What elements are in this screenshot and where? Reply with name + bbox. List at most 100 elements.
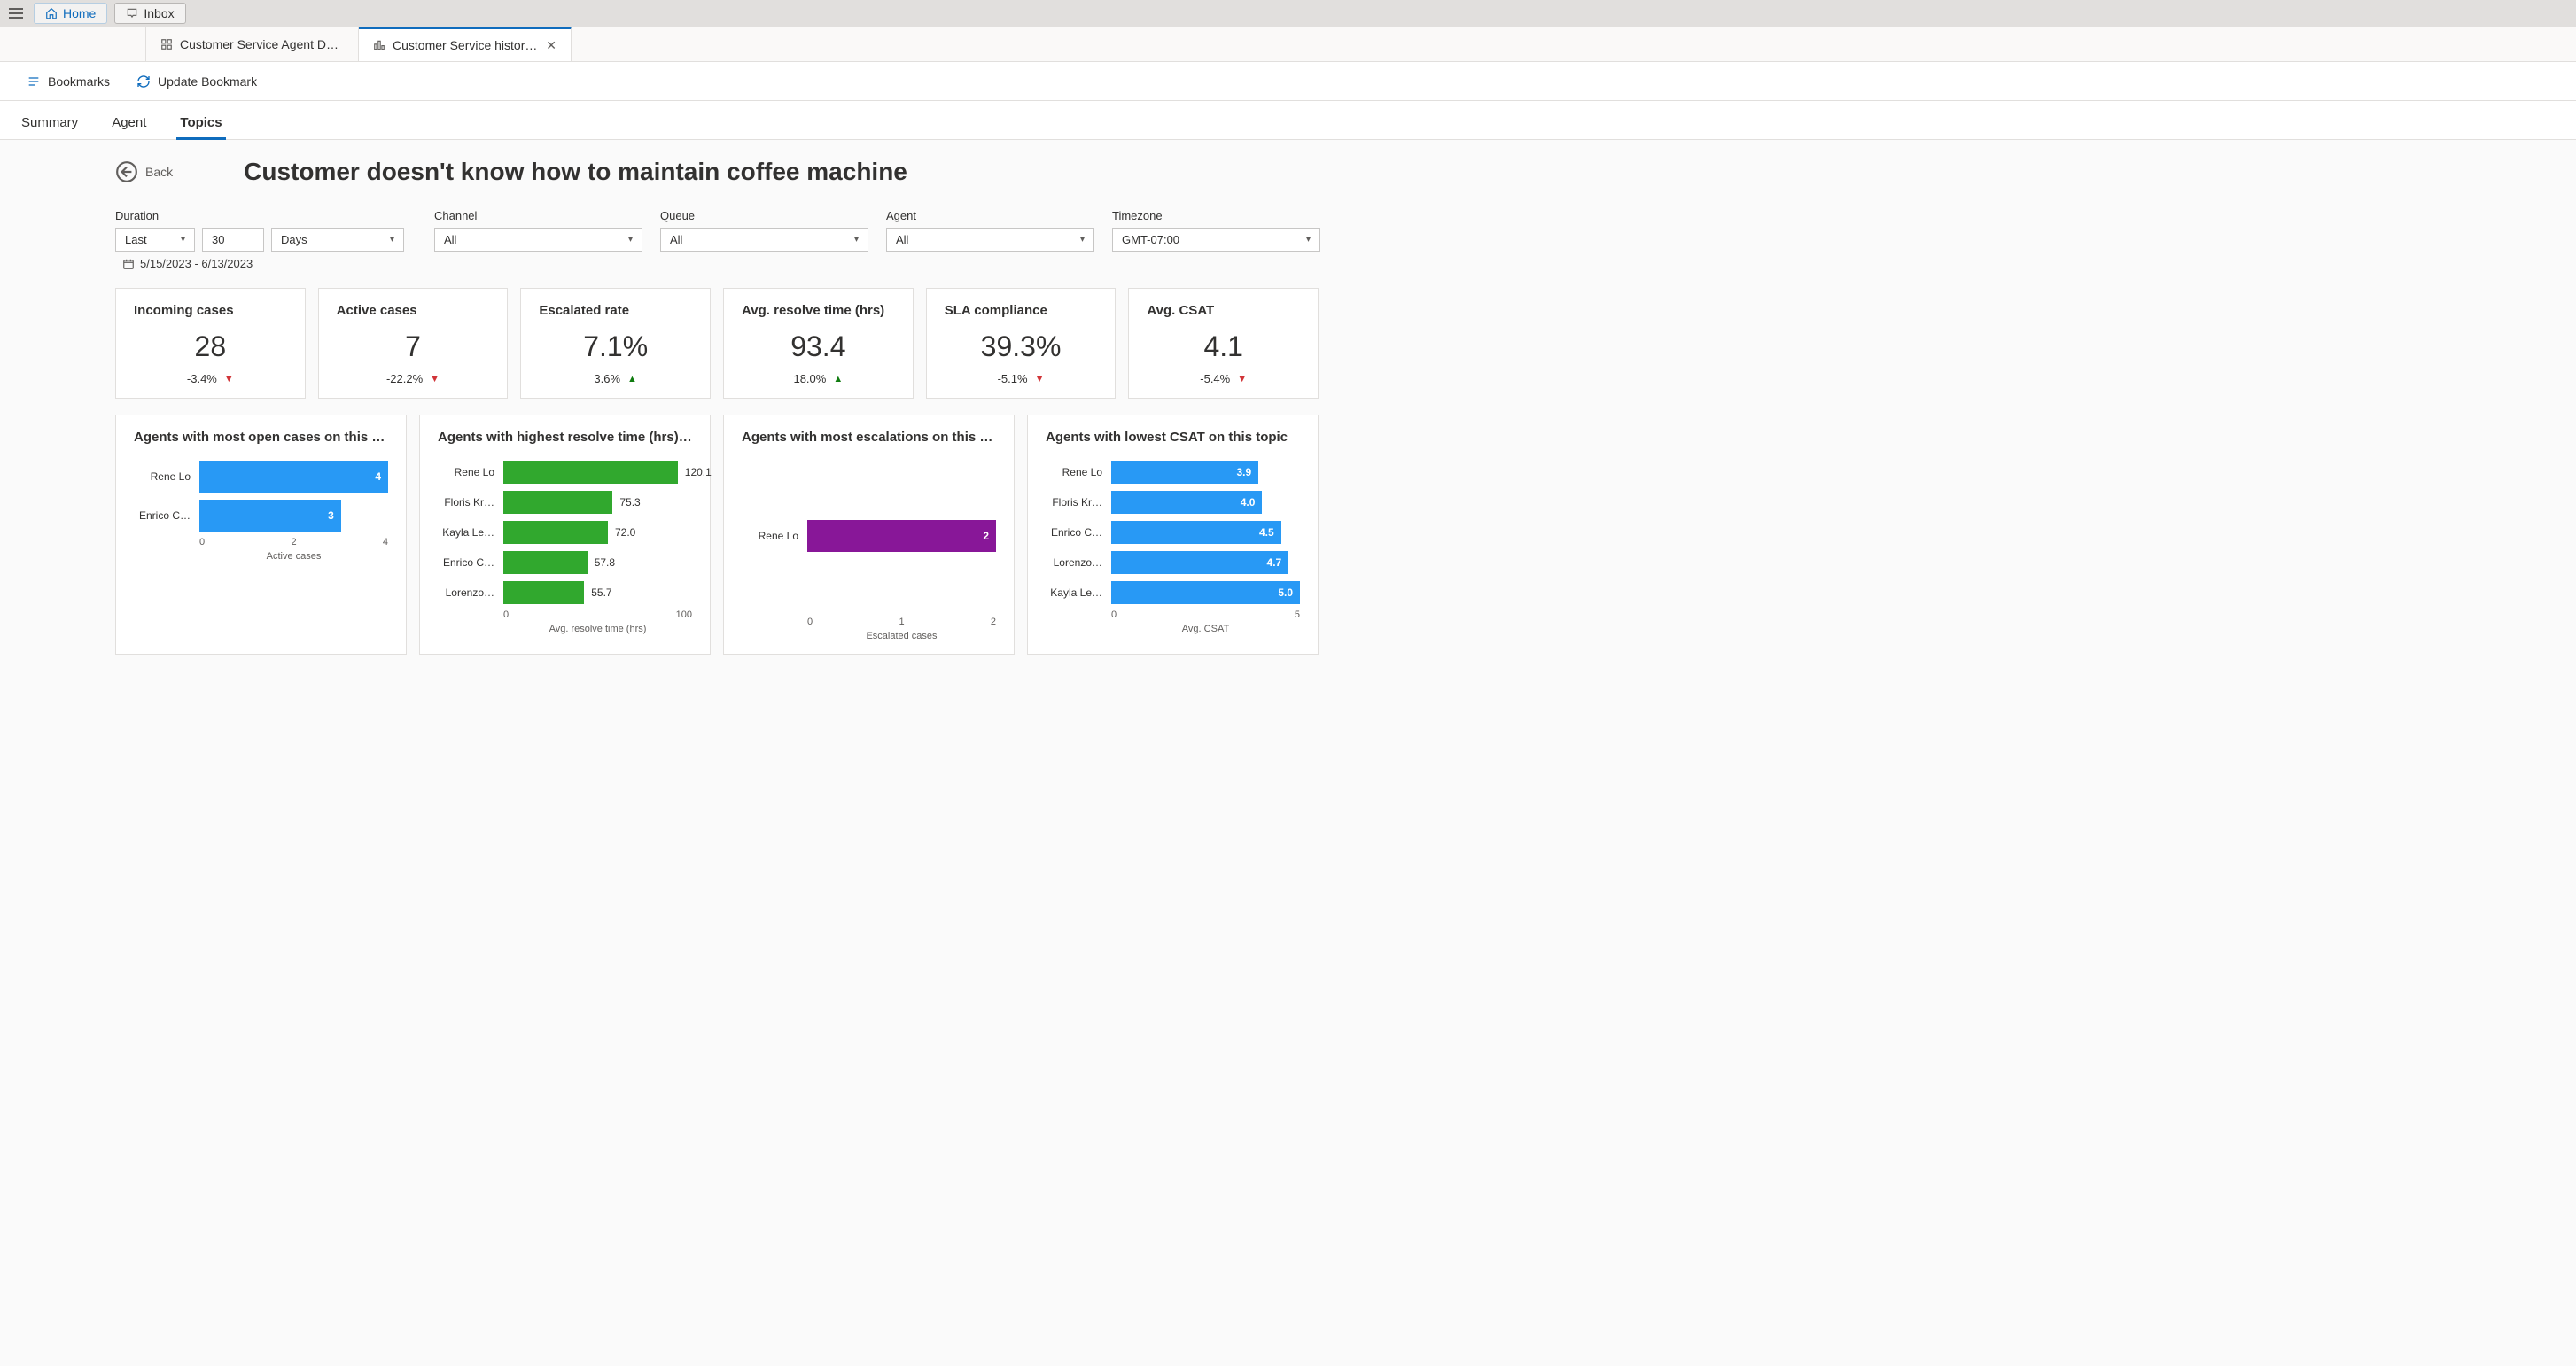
chevron-down-icon: ▾: [854, 235, 859, 244]
tabs-row: Customer Service Agent Dash… Customer Ser…: [0, 27, 2576, 62]
bar-value: 4.0: [1241, 496, 1256, 508]
kpi-card-2[interactable]: Escalated rate7.1%3.6%▲: [520, 288, 711, 399]
filters-date-range: 5/15/2023 - 6/13/2023: [115, 257, 1319, 270]
kpi-card-1[interactable]: Active cases 7 -22.2%▼: [318, 288, 509, 399]
kpi-delta: -22.2%▼: [337, 372, 490, 385]
kpi-value: 7: [337, 330, 490, 363]
bar-fill: 3.9: [1111, 461, 1258, 484]
kpi-card-5[interactable]: Avg. CSAT4.1-5.4%▼: [1128, 288, 1319, 399]
arrow-down-icon: ▼: [430, 374, 440, 384]
bar-value: 4.7: [1267, 556, 1282, 569]
content: Back Customer doesn't know how to mainta…: [0, 140, 1336, 672]
agent-select[interactable]: All▾: [886, 228, 1094, 252]
bar-line: Kayla Le…72.0: [438, 521, 692, 544]
close-icon[interactable]: ✕: [546, 38, 556, 53]
bar-track: 55.7: [503, 581, 692, 604]
bar-label: Lorenzo…: [438, 586, 494, 599]
dashboard-icon: [160, 38, 173, 50]
kpi-title: Active cases: [337, 303, 490, 318]
bar-fill: 4.5: [1111, 521, 1281, 544]
bar-line: Lorenzo…4.7: [1046, 551, 1300, 574]
bar-track: 3.9: [1111, 461, 1300, 484]
hamburger-menu[interactable]: [5, 4, 27, 22]
chart-title: Agents with most open cases on this to…: [134, 430, 388, 445]
kpi-card-3[interactable]: Avg. resolve time (hrs)93.418.0%▲: [723, 288, 914, 399]
arrow-up-icon: ▲: [627, 374, 637, 384]
bar-value: 5.0: [1278, 586, 1293, 599]
chevron-down-icon: ▾: [1080, 235, 1085, 244]
home-icon: [45, 7, 58, 19]
arrow-down-icon: ▼: [1035, 374, 1045, 384]
update-bookmark-label: Update Bookmark: [158, 74, 257, 89]
arrow-down-icon: ▼: [224, 374, 234, 384]
tabs-spacer: [0, 27, 146, 61]
home-button[interactable]: Home: [34, 3, 107, 24]
queue-select[interactable]: All▾: [660, 228, 868, 252]
channel-select[interactable]: All▾: [434, 228, 642, 252]
section-nav: Summary Agent Topics: [0, 101, 2576, 140]
title-row: Back Customer doesn't know how to mainta…: [115, 158, 1319, 186]
chart-axis-label: Avg. CSAT: [1111, 624, 1300, 634]
kpi-card-4[interactable]: SLA compliance 39.3% -5.1%▼: [926, 288, 1117, 399]
chart-card-0[interactable]: Agents with most open cases on this to…R…: [115, 415, 407, 655]
chart-card-1[interactable]: Agents with highest resolve time (hrs) o…: [419, 415, 711, 655]
duration-type-value: Last: [125, 233, 147, 246]
bar-track: 4.5: [1111, 521, 1300, 544]
kpi-card-0[interactable]: Incoming cases28-3.4%▼: [115, 288, 306, 399]
chart-card-3[interactable]: Agents with lowest CSAT on this topicRen…: [1027, 415, 1319, 655]
duration-unit-value: Days: [281, 233, 307, 246]
back-button[interactable]: Back: [115, 160, 173, 183]
bar-line: Rene Lo3.9: [1046, 461, 1300, 484]
filters: Duration Last▾ 30 Days▾ Channel All▾ Que…: [115, 209, 1319, 252]
duration-qty-input[interactable]: 30: [202, 228, 264, 252]
timezone-label: Timezone: [1112, 209, 1320, 222]
bar-line: Floris Kr… 4.0: [1046, 491, 1300, 514]
inbox-button[interactable]: Inbox: [114, 3, 185, 24]
bookmarks-row: Bookmarks Update Bookmark: [0, 62, 2576, 101]
kpi-title: SLA compliance: [945, 303, 1098, 318]
chart-axis: 024: [199, 537, 388, 547]
inbox-icon: [126, 7, 138, 19]
bar-track: 120.1: [503, 461, 692, 484]
update-bookmark-button[interactable]: Update Bookmark: [136, 74, 257, 89]
bar-label: Rene Lo: [438, 466, 494, 478]
home-label: Home: [63, 6, 96, 20]
tab-topics[interactable]: Topics: [176, 115, 225, 139]
tab-agent[interactable]: Agent: [108, 115, 150, 139]
tab-label: Customer Service Agent Dash…: [180, 37, 344, 51]
bar-track: 4.7: [1111, 551, 1300, 574]
bar-line: Rene Lo 120.1: [438, 461, 692, 484]
bar-label: Floris Kr…: [1046, 496, 1102, 508]
tab-summary[interactable]: Summary: [18, 115, 82, 139]
chart-card-2[interactable]: Agents with most escalations on this to……: [723, 415, 1015, 655]
back-arrow-icon: [115, 160, 138, 183]
chart-bars: Rene Lo120.1Floris Kr…75.3Kayla Le…72.0E…: [438, 461, 692, 604]
timezone-select[interactable]: GMT-07:00▾: [1112, 228, 1320, 252]
duration-label: Duration: [115, 209, 416, 222]
refresh-icon: [136, 74, 151, 89]
bar-label: Enrico C…: [438, 556, 494, 569]
duration-unit-select[interactable]: Days▾: [271, 228, 404, 252]
kpi-title: Incoming cases: [134, 303, 287, 318]
chart-axis: 05: [1111, 609, 1300, 620]
duration-type-select[interactable]: Last ▾: [115, 228, 195, 252]
kpi-delta: -5.1%▼: [945, 372, 1098, 385]
bar-fill: 3: [199, 500, 341, 532]
chevron-down-icon: ▾: [628, 235, 633, 244]
kpi-value: 7.1%: [539, 330, 692, 363]
tab-0[interactable]: Customer Service Agent Dash…: [146, 27, 359, 61]
kpi-title: Avg. CSAT: [1147, 303, 1300, 318]
calendar-icon: [122, 258, 135, 270]
kpi-value: 39.3%: [945, 330, 1098, 363]
bookmarks-button[interactable]: Bookmarks: [27, 74, 110, 89]
bar-fill: 5.0: [1111, 581, 1300, 604]
bar-value: 3: [328, 509, 334, 522]
chevron-down-icon: ▾: [1306, 235, 1311, 244]
tab-1[interactable]: Customer Service historica…✕: [359, 27, 572, 61]
bar-fill: 2: [807, 520, 996, 552]
queue-label: Queue: [660, 209, 868, 222]
bar-label: Enrico C…: [134, 509, 191, 522]
chevron-down-icon: ▾: [181, 235, 185, 244]
bar-value: 3.9: [1236, 466, 1251, 478]
kpi-delta: -3.4%▼: [134, 372, 287, 385]
